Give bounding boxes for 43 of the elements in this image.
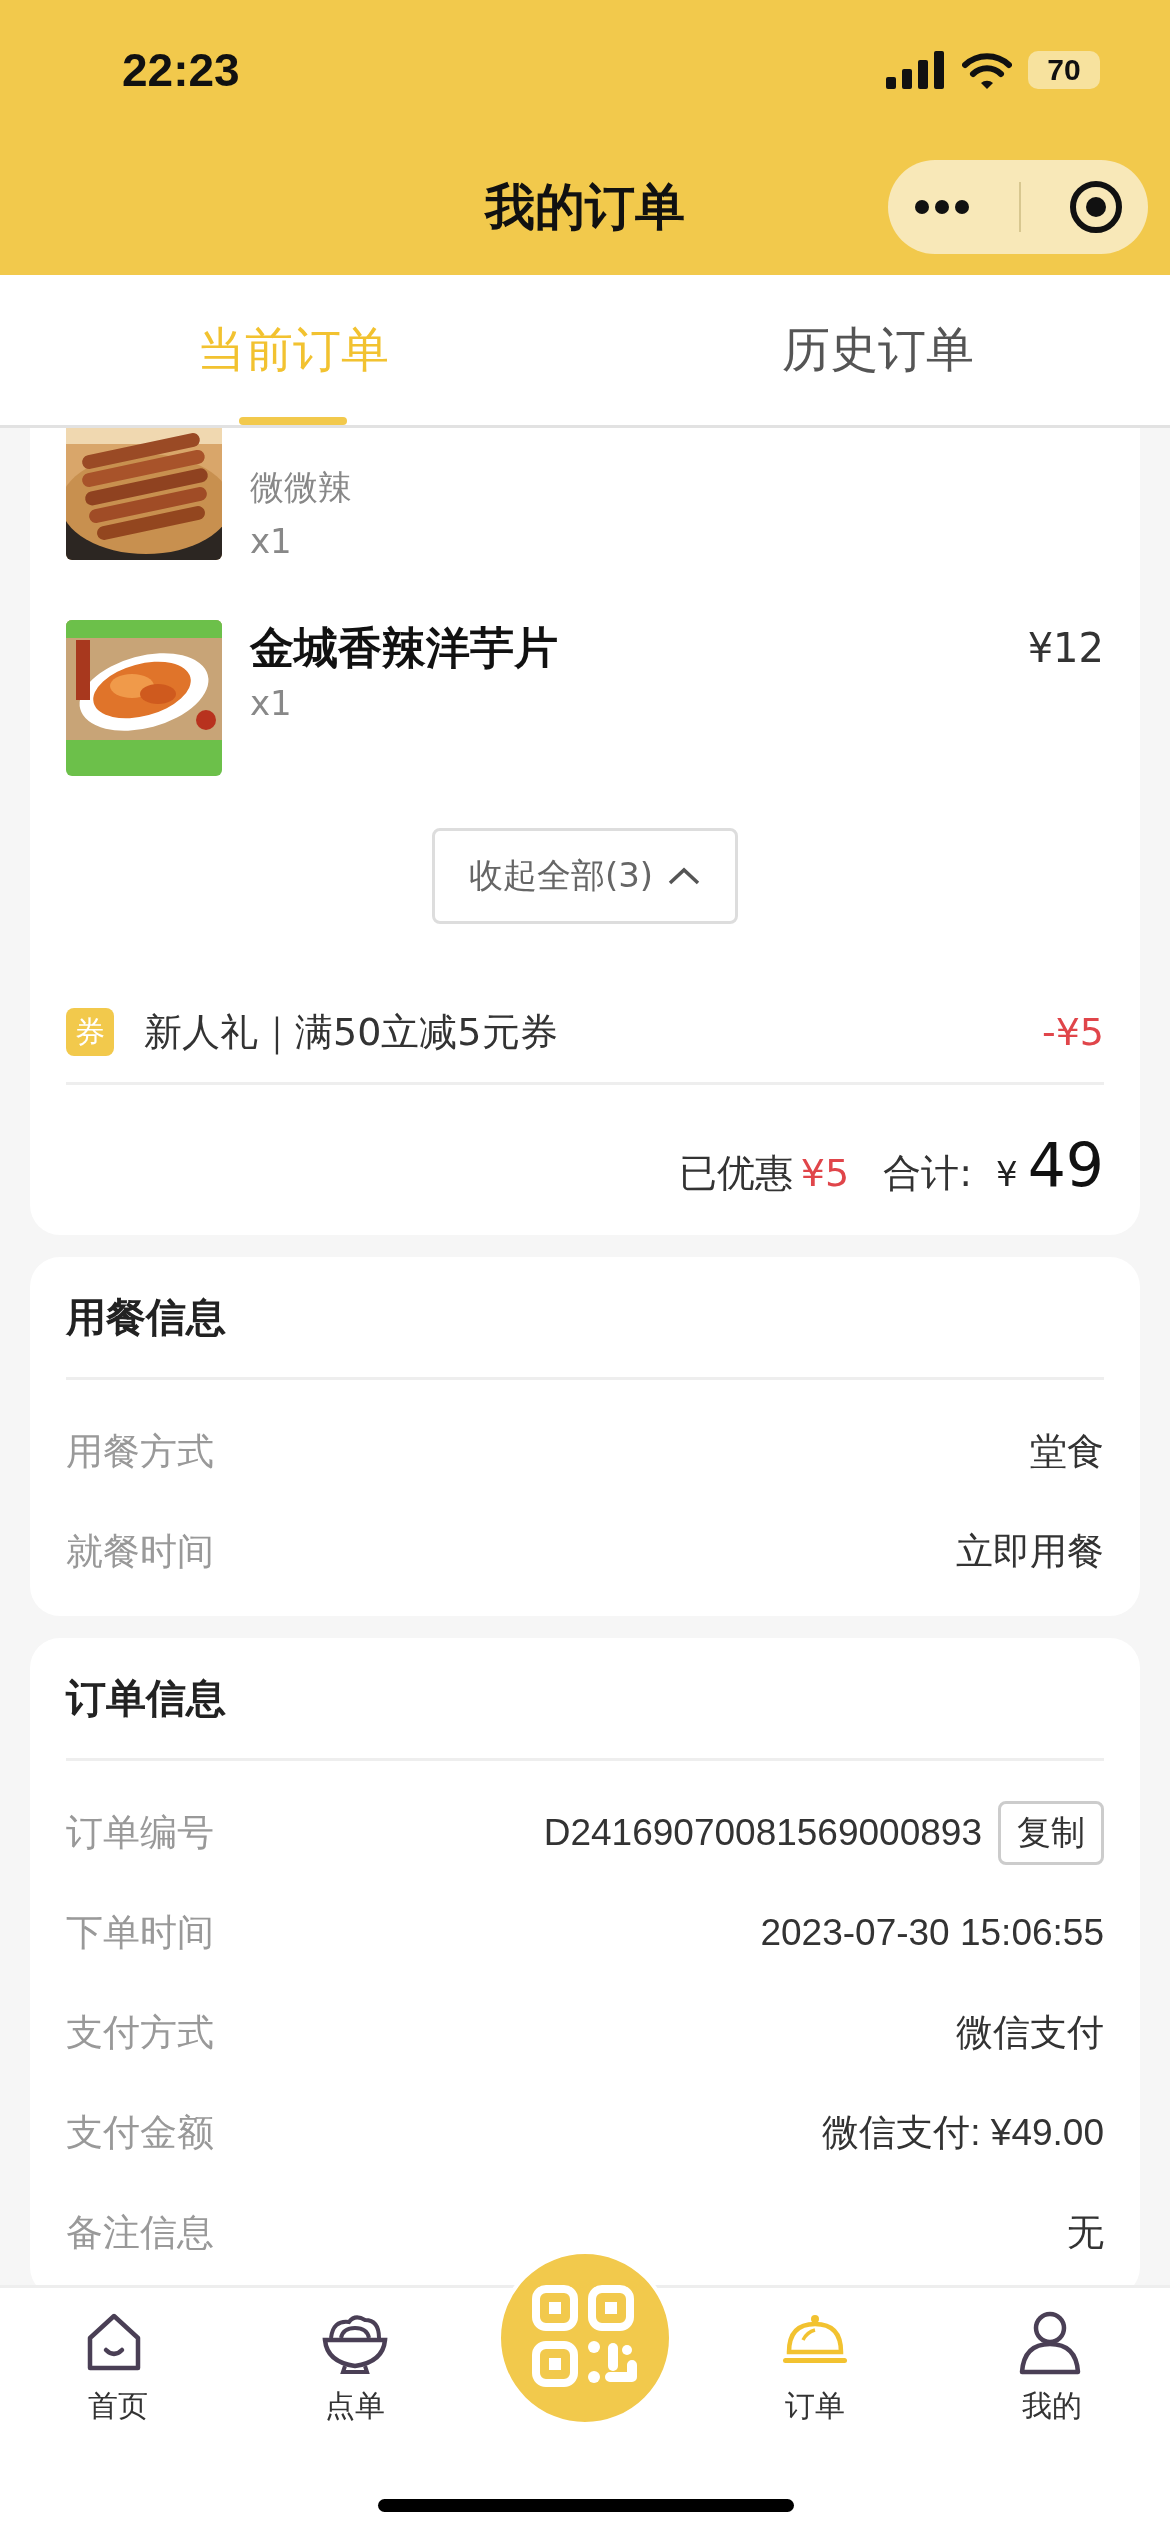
item-price: ¥12 [1027,624,1104,673]
nav-tab[interactable]: 订单 [697,2288,934,2458]
discount-label: 已优惠 [678,1150,793,1197]
total-amount: 49 [1027,1129,1104,1202]
info-value: 微信支付: ¥49.00 [822,2111,1104,2155]
total-label: 合计: [883,1150,972,1197]
info-label: 用餐方式 [66,1429,214,1475]
info-value: D24169070081569000893 [543,1812,982,1854]
nav-tab[interactable]: 首页 [0,2288,237,2458]
wifi-icon [962,51,1012,89]
coupon-badge: 券 [66,1008,114,1056]
nav-tab[interactable]: 我的 [933,2288,1170,2458]
coupon-amount: -¥5 [1041,1010,1104,1054]
info-value: 堂食 [1030,1430,1104,1474]
section-title: 订单信息 [66,1638,1104,1761]
info-label: 支付金额 [66,2110,214,2156]
discount-amount: ¥5 [800,1150,850,1197]
nav-tab[interactable]: 点单 [236,2288,473,2458]
collapse-button[interactable]: 收起全部(3) [431,828,739,924]
info-label: 支付方式 [66,2010,214,2056]
item-name: 金城香辣洋芋片 [250,621,559,675]
info-label: 下单时间 [66,1910,214,1956]
info-label: 订单编号 [66,1810,214,1856]
info-label: 备注信息 [66,2210,214,2256]
battery-icon: 70 [1028,51,1100,89]
section-title: 用餐信息 [66,1257,1104,1380]
tab[interactable]: 历史订单 [585,275,1170,425]
info-value: 立即用餐 [956,1530,1104,1574]
item-option: 微微辣 [250,460,1104,514]
info-value: 微信支付 [956,2011,1104,2055]
close-mini-program-icon[interactable] [1068,179,1125,235]
currency-symbol: ¥ [996,1153,1018,1196]
item-quantity: x1 [250,682,293,725]
info-label: 就餐时间 [66,1529,214,1575]
signal-icon [886,51,946,89]
chevron-up-icon [667,866,702,886]
coupon-label: 新人礼｜满50立减5元券 [144,1008,559,1057]
info-value: 2023-07-30 15:06:55 [760,1912,1104,1954]
info-value: 无 [1067,2211,1104,2255]
item-quantity: x1 [250,520,293,563]
status-time: 22:23 [122,43,240,97]
copy-button[interactable]: 复制 [998,1801,1104,1865]
page-title: 我的订单 [485,177,685,238]
